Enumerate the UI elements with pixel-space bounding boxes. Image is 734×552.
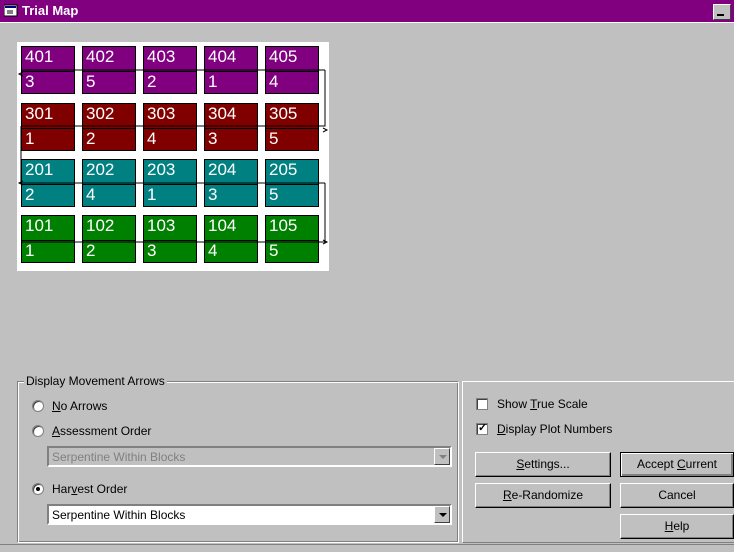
title-bar: Trial Map bbox=[0, 0, 734, 23]
movement-arrows bbox=[17, 69, 329, 245]
harvest-order-radio[interactable] bbox=[32, 483, 44, 495]
window-icon[interactable] bbox=[4, 4, 18, 17]
assessment-order-label[interactable]: Assessment Order bbox=[52, 424, 151, 438]
chevron-down-icon bbox=[434, 448, 450, 465]
display-plot-numbers-checkbox[interactable]: ✓ bbox=[476, 422, 488, 435]
harvest-order-label[interactable]: Harvest Order bbox=[52, 482, 127, 496]
arrow-head-icon bbox=[322, 127, 329, 133]
no-arrows-label[interactable]: No Arrows bbox=[52, 399, 107, 413]
arrow-head-icon bbox=[17, 71, 24, 77]
window-title: Trial Map bbox=[22, 3, 79, 18]
assessment-order-radio[interactable] bbox=[32, 425, 44, 437]
assessment-order-combo: Serpentine Within Blocks bbox=[47, 446, 452, 467]
chevron-down-icon[interactable] bbox=[434, 506, 450, 523]
show-true-scale-checkbox[interactable] bbox=[476, 398, 488, 410]
movement-arrows-legend: Display Movement Arrows bbox=[24, 374, 167, 388]
accept-current-button[interactable]: Accept Current bbox=[620, 452, 734, 477]
settings-button[interactable]: Settings... bbox=[475, 452, 611, 477]
no-arrows-radio[interactable] bbox=[32, 400, 44, 412]
arrow-path-3 bbox=[21, 70, 326, 127]
assessment-order-value: Serpentine Within Blocks bbox=[52, 450, 186, 464]
re-randomize-button[interactable]: Re-Randomize bbox=[475, 483, 611, 508]
harvest-order-value: Serpentine Within Blocks bbox=[52, 508, 186, 522]
display-plot-numbers-label[interactable]: Display Plot Numbers bbox=[497, 422, 612, 436]
arrow-path-2 bbox=[20, 126, 325, 184]
help-button[interactable]: Help bbox=[620, 514, 734, 539]
minimize-button[interactable] bbox=[713, 4, 731, 20]
bottom-divider bbox=[0, 544, 734, 545]
arrow-path-1 bbox=[21, 183, 326, 243]
check-mark-icon: ✓ bbox=[478, 422, 488, 434]
trial-map: 401 3 402 5 403 2 404 1 405 4 301 1 302 2 303 4 304 3 305 5… bbox=[17, 42, 329, 271]
harvest-order-combo[interactable]: Serpentine Within Blocks bbox=[47, 504, 452, 525]
show-true-scale-label[interactable]: Show True Scale bbox=[497, 397, 588, 411]
cancel-button[interactable]: Cancel bbox=[620, 483, 734, 508]
